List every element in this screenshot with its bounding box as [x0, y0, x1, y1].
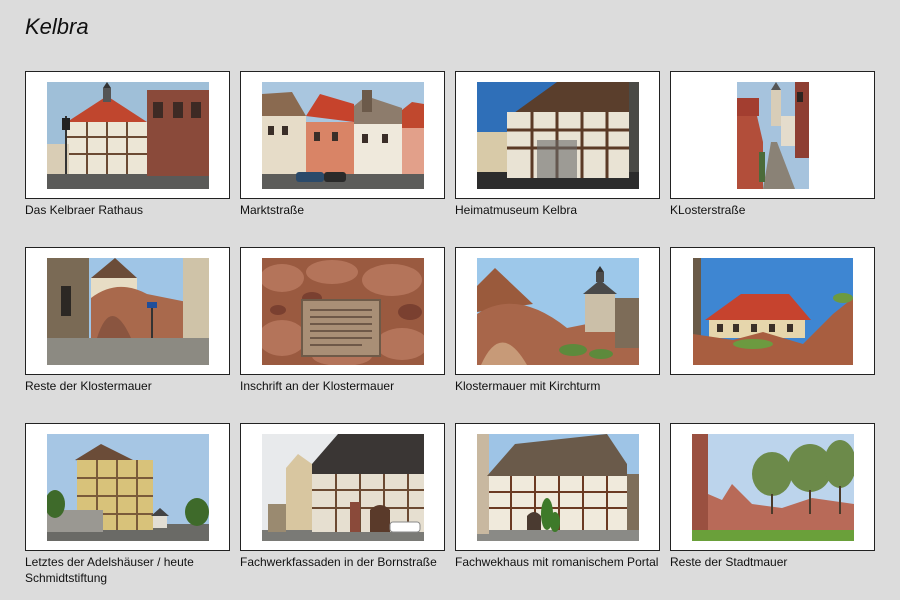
thumbnail-frame[interactable] — [455, 71, 660, 199]
thumbnail-frame[interactable] — [670, 423, 875, 551]
adelshaus-photo[interactable] — [46, 433, 209, 541]
gallery-item[interactable]: Inschrift an der Klostermauer — [240, 247, 445, 423]
thumbnail-caption: Reste der Stadtmauer — [670, 555, 788, 569]
kloster-strasse-photo[interactable] — [736, 81, 809, 189]
gallery-item[interactable]: Letztes der Adelshäuser / heute Schmidts… — [25, 423, 230, 599]
thumbnail-caption: Fachwerkfassaden in der Bornstraße — [240, 555, 437, 569]
gallery-item[interactable] — [670, 247, 875, 423]
thumbnail-frame[interactable] — [25, 423, 230, 551]
gallery-item[interactable]: Marktstraße — [240, 71, 445, 247]
inschrift-photo[interactable] — [261, 257, 424, 365]
portal-photo[interactable] — [476, 433, 639, 541]
thumbnail-caption: Letztes der Adelshäuser / heute Schmidts… — [25, 555, 194, 585]
kirchturm-photo[interactable] — [476, 257, 639, 365]
thumbnail-grid: Das Kelbraer Rathaus Marktstraße Heimatm… — [25, 71, 885, 599]
gallery-item[interactable]: Heimatmuseum Kelbra — [455, 71, 660, 247]
museum-photo[interactable] — [476, 81, 639, 189]
rathaus-photo[interactable] — [46, 81, 209, 189]
thumbnail-frame[interactable] — [240, 71, 445, 199]
gallery-item[interactable]: Das Kelbraer Rathaus — [25, 71, 230, 247]
bornstrasse-photo[interactable] — [261, 433, 424, 541]
mauer-reste-photo[interactable] — [46, 257, 209, 365]
thumbnail-frame[interactable] — [25, 247, 230, 375]
thumbnail-frame[interactable] — [455, 423, 660, 551]
gallery-item[interactable]: Fachwekhaus mit romanischem Portal — [455, 423, 660, 599]
thumbnail-frame[interactable] — [455, 247, 660, 375]
thumbnail-caption: Fachwekhaus mit romanischem Portal — [455, 555, 659, 569]
gallery-item[interactable]: Reste der Klostermauer — [25, 247, 230, 423]
thumbnail-caption: Das Kelbraer Rathaus — [25, 203, 144, 217]
stadtmauer-photo[interactable] — [691, 433, 854, 541]
gallery-item[interactable]: KLosterstraße — [670, 71, 875, 247]
thumbnail-frame[interactable] — [670, 247, 875, 375]
thumbnail-caption: Klostermauer mit Kirchturm — [455, 379, 601, 393]
thumbnail-caption: KLosterstraße — [670, 203, 746, 217]
thumbnail-caption: Marktstraße — [240, 203, 305, 217]
page-title: Kelbra — [25, 14, 89, 39]
gallery-item[interactable]: Klostermauer mit Kirchturm — [455, 247, 660, 423]
gallery-page: Kelbra Das Kelbraer Rathaus Marktstraße … — [0, 0, 900, 600]
gallery-item[interactable]: Fachwerkfassaden in der Bornstraße — [240, 423, 445, 599]
thumbnail-frame[interactable] — [670, 71, 875, 199]
thumbnail-frame[interactable] — [240, 423, 445, 551]
markt-photo[interactable] — [261, 81, 424, 189]
thumbnail-caption: Reste der Klostermauer — [25, 379, 152, 393]
rotes-dach-photo[interactable] — [692, 257, 853, 365]
thumbnail-frame[interactable] — [240, 247, 445, 375]
gallery-item[interactable]: Reste der Stadtmauer — [670, 423, 875, 599]
thumbnail-frame[interactable] — [25, 71, 230, 199]
thumbnail-caption: Inschrift an der Klostermauer — [240, 379, 395, 393]
thumbnail-caption: Heimatmuseum Kelbra — [455, 203, 578, 217]
